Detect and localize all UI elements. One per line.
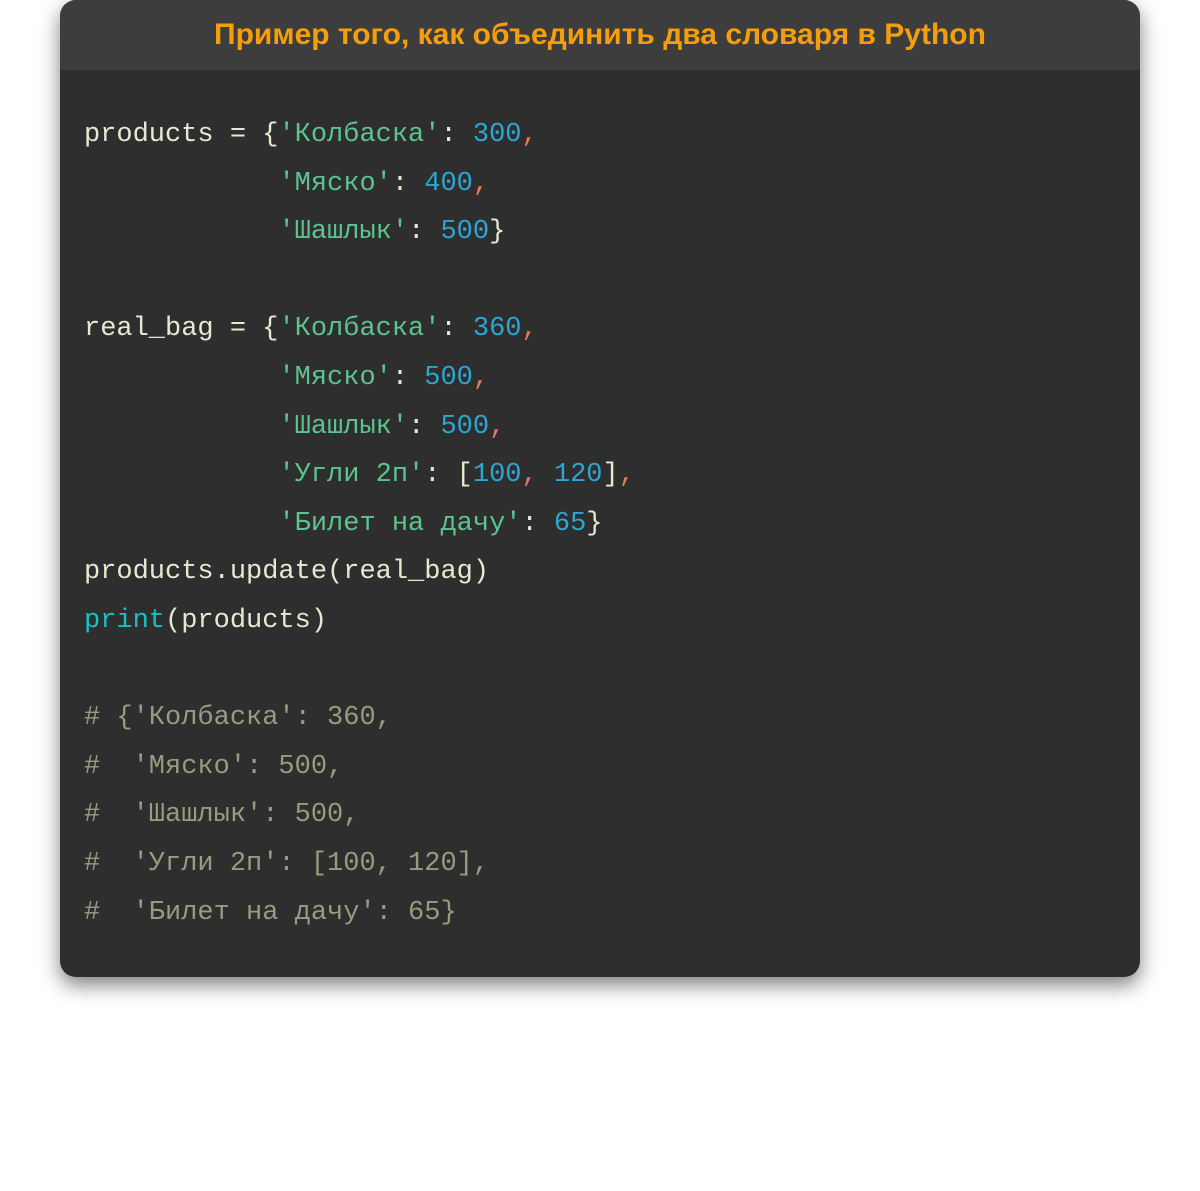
indent <box>84 363 278 393</box>
string: 'Билет на дачу' <box>278 509 521 539</box>
string: 'Угли 2п' <box>278 460 424 490</box>
comment: # 'Мяско': 500, <box>84 752 343 782</box>
number: 300 <box>473 120 522 150</box>
comment: # 'Билет на дачу': 65} <box>84 898 457 928</box>
colon: : <box>408 217 440 247</box>
number: 360 <box>473 314 522 344</box>
code-line: products = {'Колбаска': 300, <box>84 120 538 150</box>
comma: , <box>619 460 635 490</box>
number: 120 <box>554 460 603 490</box>
equals-operator: = <box>214 120 263 150</box>
space <box>538 460 554 490</box>
brace: { <box>262 314 278 344</box>
string: 'Колбаска' <box>278 120 440 150</box>
number: 500 <box>424 363 473 393</box>
comment: # 'Шашлык': 500, <box>84 800 359 830</box>
bracket: [ <box>457 460 473 490</box>
code-line: 'Мяско': 400, <box>84 169 489 199</box>
number: 65 <box>554 509 586 539</box>
colon: : <box>521 509 553 539</box>
comment: # 'Угли 2п': [100, 120], <box>84 849 489 879</box>
brace: } <box>586 509 602 539</box>
number: 400 <box>424 169 473 199</box>
number: 500 <box>440 412 489 442</box>
code-line: # 'Билет на дачу': 65} <box>84 898 457 928</box>
string: 'Шашлык' <box>278 217 408 247</box>
indent <box>84 509 278 539</box>
string: 'Шашлык' <box>278 412 408 442</box>
code-line: 'Шашлык': 500, <box>84 412 505 442</box>
call-args: (products) <box>165 606 327 636</box>
equals-operator: = <box>214 314 263 344</box>
comma: , <box>521 120 537 150</box>
code-line: # 'Шашлык': 500, <box>84 800 359 830</box>
variable: real_bag <box>84 314 214 344</box>
code-line: 'Билет на дачу': 65} <box>84 509 603 539</box>
brace: { <box>262 120 278 150</box>
string: 'Колбаска' <box>278 314 440 344</box>
indent <box>84 412 278 442</box>
colon: : <box>408 412 440 442</box>
code-line: # {'Колбаска': 360, <box>84 703 392 733</box>
statement: products.update(real_bag) <box>84 557 489 587</box>
code-line: print(products) <box>84 606 327 636</box>
comma: , <box>521 314 537 344</box>
comma: , <box>521 460 537 490</box>
code-line: 'Шашлык': 500} <box>84 217 505 247</box>
colon: : <box>392 363 424 393</box>
bracket: ] <box>603 460 619 490</box>
number: 500 <box>440 217 489 247</box>
colon: : <box>440 120 472 150</box>
string: 'Мяско' <box>278 363 391 393</box>
string: 'Мяско' <box>278 169 391 199</box>
code-line: # 'Угли 2п': [100, 120], <box>84 849 489 879</box>
colon: : <box>392 169 424 199</box>
colon: : <box>424 460 456 490</box>
code-card: Пример того, как объединить два словаря … <box>60 0 1140 977</box>
comma: , <box>473 169 489 199</box>
comment: # {'Колбаска': 360, <box>84 703 392 733</box>
code-line: 'Угли 2п': [100, 120], <box>84 460 635 490</box>
brace: } <box>489 217 505 247</box>
code-line: 'Мяско': 500, <box>84 363 489 393</box>
code-line: products.update(real_bag) <box>84 557 489 587</box>
comma: , <box>473 363 489 393</box>
card-title: Пример того, как объединить два словаря … <box>60 0 1140 71</box>
code-line: real_bag = {'Колбаска': 360, <box>84 314 538 344</box>
comma: , <box>489 412 505 442</box>
code-body: products = {'Колбаска': 300, 'Мяско': 40… <box>60 71 1140 977</box>
code-line: # 'Мяско': 500, <box>84 752 343 782</box>
builtin-function: print <box>84 606 165 636</box>
indent <box>84 217 278 247</box>
indent <box>84 169 278 199</box>
number: 100 <box>473 460 522 490</box>
colon: : <box>440 314 472 344</box>
variable: products <box>84 120 214 150</box>
indent <box>84 460 278 490</box>
